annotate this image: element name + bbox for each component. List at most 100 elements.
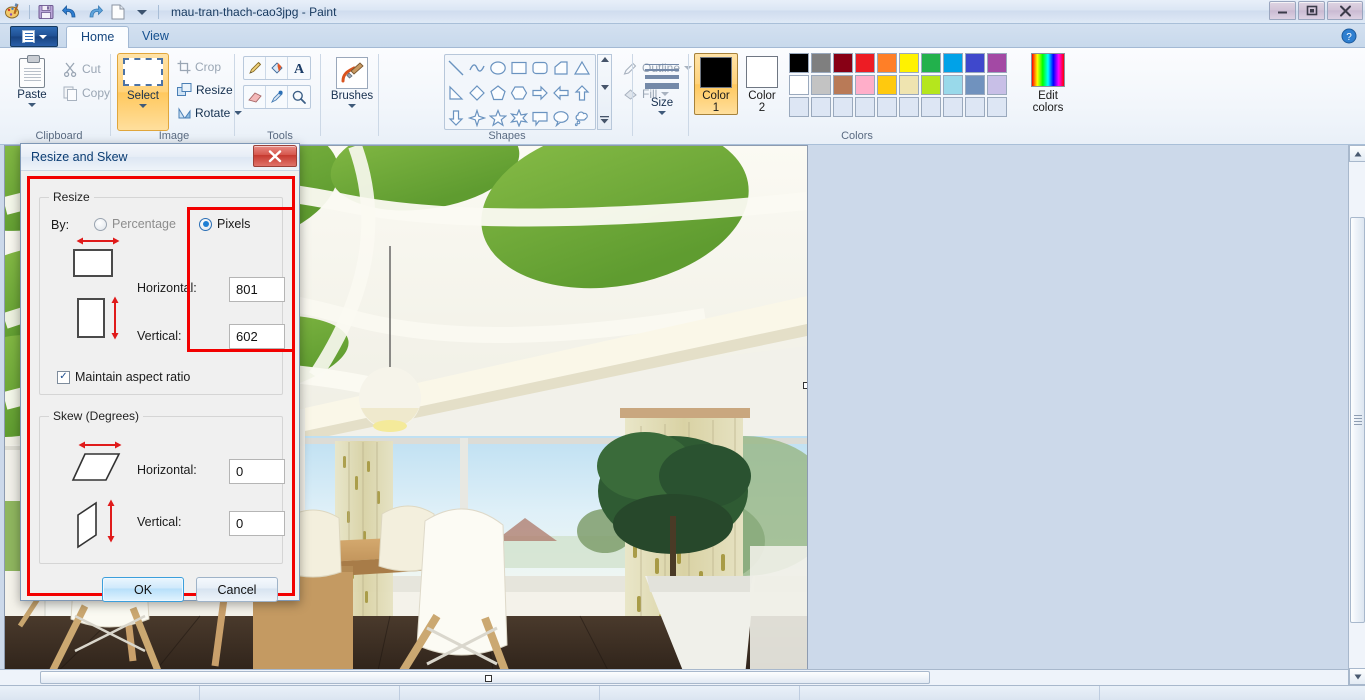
close-button[interactable]: [1327, 1, 1363, 20]
palette-swatch-empty-6[interactable]: [921, 97, 941, 117]
dialog-close-button[interactable]: [253, 145, 297, 167]
hexagon-shape[interactable]: [510, 84, 528, 102]
scroll-up-icon[interactable]: [601, 57, 609, 62]
rounded-rectangle-shape[interactable]: [531, 59, 549, 77]
color2-button[interactable]: Color 2: [740, 53, 784, 115]
maximize-button[interactable]: [1298, 1, 1325, 20]
minimize-button[interactable]: [1269, 1, 1296, 20]
right-arrow-shape[interactable]: [531, 84, 549, 102]
palette-swatch-r1-6[interactable]: [921, 53, 941, 73]
undo-icon[interactable]: [60, 2, 80, 22]
scroll-down-icon[interactable]: [601, 85, 609, 90]
fill-with-color-icon[interactable]: [266, 57, 288, 79]
palette-swatch-r2-1[interactable]: [811, 75, 831, 95]
oval-callout-shape[interactable]: [552, 109, 570, 127]
text-icon[interactable]: A: [288, 57, 310, 79]
palette-swatch-r2-3[interactable]: [855, 75, 875, 95]
eraser-icon[interactable]: [244, 86, 266, 108]
resize-and-skew-dialog[interactable]: Resize and Skew Resize By: Percentage Pi…: [20, 143, 300, 601]
color-picker-icon[interactable]: [266, 86, 288, 108]
palette-swatch-r1-7[interactable]: [943, 53, 963, 73]
palette-swatch-r2-9[interactable]: [987, 75, 1007, 95]
palette-swatch-empty-9[interactable]: [987, 97, 1007, 117]
color-palette[interactable]: [788, 52, 1008, 118]
triangle-shape[interactable]: [573, 59, 591, 77]
skew-vertical-input[interactable]: 0: [229, 511, 285, 536]
new-file-icon[interactable]: [108, 2, 128, 22]
palette-swatch-r2-5[interactable]: [899, 75, 919, 95]
maintain-aspect-ratio-checkbox[interactable]: ✓ Maintain aspect ratio: [57, 370, 190, 384]
line-shape[interactable]: [447, 59, 465, 77]
palette-swatch-r1-9[interactable]: [987, 53, 1007, 73]
size-button[interactable]: Size: [636, 52, 688, 115]
palette-swatch-empty-4[interactable]: [877, 97, 897, 117]
cancel-button[interactable]: Cancel: [196, 577, 278, 602]
scroll-down-button[interactable]: [1349, 668, 1365, 685]
percentage-radio[interactable]: Percentage: [94, 217, 176, 231]
cut-button[interactable]: Cut: [60, 58, 104, 80]
curve-shape[interactable]: [468, 59, 486, 77]
palette-swatch-r1-5[interactable]: [899, 53, 919, 73]
tab-home[interactable]: Home: [66, 26, 129, 48]
paste-button[interactable]: Paste: [8, 54, 56, 107]
four-point-star-shape[interactable]: [468, 109, 486, 127]
vertical-scroll-thumb[interactable]: [1350, 217, 1365, 623]
color1-button[interactable]: Color 1: [694, 53, 738, 115]
palette-swatch-empty-7[interactable]: [943, 97, 963, 117]
resize-button[interactable]: Resize: [174, 79, 236, 101]
save-icon[interactable]: [36, 2, 56, 22]
palette-swatch-r2-7[interactable]: [943, 75, 963, 95]
palette-swatch-empty-0[interactable]: [789, 97, 809, 117]
palette-swatch-r2-6[interactable]: [921, 75, 941, 95]
edit-colors-button[interactable]: Edit colors: [1022, 53, 1074, 114]
redo-icon[interactable]: [84, 2, 104, 22]
skew-horizontal-input[interactable]: 0: [229, 459, 285, 484]
palette-swatch-r2-8[interactable]: [965, 75, 985, 95]
six-point-star-shape[interactable]: [510, 109, 528, 127]
palette-swatch-r1-2[interactable]: [833, 53, 853, 73]
oval-shape[interactable]: [489, 59, 507, 77]
palette-swatch-r2-4[interactable]: [877, 75, 897, 95]
customize-qat-icon[interactable]: [132, 2, 152, 22]
horizontal-scrollbar[interactable]: [0, 669, 1348, 685]
five-point-star-shape[interactable]: [489, 109, 507, 127]
diamond-shape[interactable]: [468, 84, 486, 102]
brushes-button[interactable]: Brushes: [328, 53, 376, 108]
right-triangle-shape[interactable]: [447, 84, 465, 102]
shapes-gallery[interactable]: [444, 54, 596, 130]
vertical-scrollbar[interactable]: [1348, 145, 1365, 685]
down-arrow-shape[interactable]: [447, 109, 465, 127]
magnifier-icon[interactable]: [288, 86, 310, 108]
palette-swatch-empty-5[interactable]: [899, 97, 919, 117]
left-arrow-shape[interactable]: [552, 84, 570, 102]
palette-swatch-r2-2[interactable]: [833, 75, 853, 95]
select-button[interactable]: Select: [117, 53, 169, 131]
palette-swatch-empty-8[interactable]: [965, 97, 985, 117]
palette-swatch-r1-1[interactable]: [811, 53, 831, 73]
cloud-callout-shape[interactable]: [573, 109, 591, 127]
resize-vertical-input[interactable]: 602: [229, 324, 285, 349]
resize-horizontal-input[interactable]: 801: [229, 277, 285, 302]
palette-swatch-r1-4[interactable]: [877, 53, 897, 73]
ok-button[interactable]: OK: [102, 577, 184, 602]
crop-button[interactable]: Crop: [174, 56, 224, 78]
pentagon-shape[interactable]: [489, 84, 507, 102]
palette-swatch-empty-2[interactable]: [833, 97, 853, 117]
scroll-up-button[interactable]: [1349, 145, 1365, 162]
polygon-shape[interactable]: [552, 59, 570, 77]
pixels-radio[interactable]: Pixels: [199, 217, 250, 231]
palette-swatch-empty-3[interactable]: [855, 97, 875, 117]
tab-view[interactable]: View: [128, 26, 183, 48]
horizontal-scroll-thumb[interactable]: [40, 671, 930, 684]
expand-gallery-icon[interactable]: [600, 113, 609, 127]
up-arrow-shape[interactable]: [573, 84, 591, 102]
rectangle-shape[interactable]: [510, 59, 528, 77]
copy-button[interactable]: Copy: [60, 82, 113, 104]
resize-handle-right[interactable]: [803, 382, 808, 389]
shapes-scrollbar[interactable]: [597, 54, 612, 130]
palette-swatch-empty-1[interactable]: [811, 97, 831, 117]
rounded-callout-shape[interactable]: [531, 109, 549, 127]
palette-swatch-r1-8[interactable]: [965, 53, 985, 73]
pencil-icon[interactable]: [244, 57, 266, 79]
palette-swatch-r1-3[interactable]: [855, 53, 875, 73]
